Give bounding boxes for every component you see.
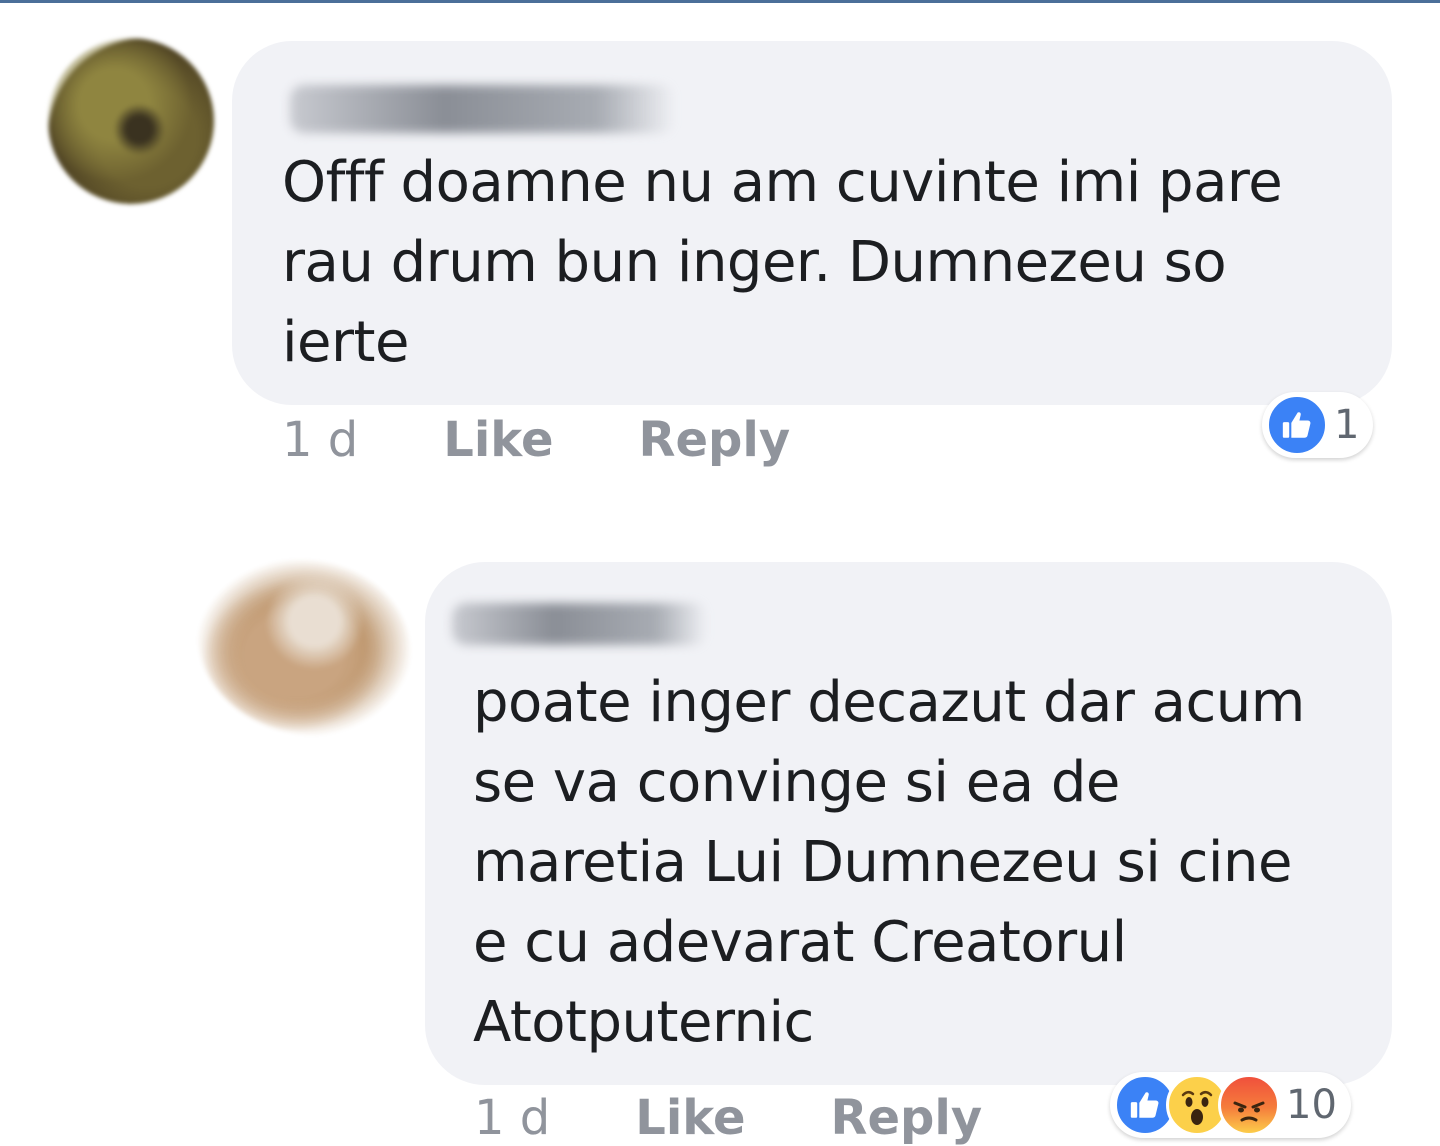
reply-button[interactable]: Reply (831, 1090, 983, 1146)
author-name-redacted[interactable] (290, 85, 675, 133)
author-name-redacted[interactable] (452, 603, 707, 645)
reactions-summary[interactable]: 1 (1262, 392, 1374, 458)
reply-button[interactable]: Reply (639, 412, 791, 468)
comment-timestamp[interactable]: 1 d (282, 412, 358, 468)
comment-actions: 1 d Like Reply (474, 1090, 982, 1146)
commenter-avatar[interactable] (48, 38, 214, 204)
angry-reaction-icon (1218, 1074, 1280, 1136)
like-button[interactable]: Like (635, 1090, 745, 1146)
reactions-summary[interactable]: 10 (1110, 1072, 1351, 1138)
reaction-count: 1 (1334, 402, 1360, 448)
reaction-count: 10 (1286, 1082, 1337, 1128)
commenter-avatar[interactable] (198, 560, 410, 735)
comment-actions: 1 d Like Reply (282, 412, 790, 468)
like-button[interactable]: Like (443, 412, 553, 468)
comment-text: Offf doamne nu am cuvinte imi pare rau d… (282, 150, 1283, 375)
top-border (0, 0, 1440, 3)
comment-timestamp[interactable]: 1 d (474, 1090, 550, 1146)
like-reaction-icon (1266, 394, 1328, 456)
comment-text: poate inger decazut dar acum se va convi… (473, 670, 1305, 1055)
